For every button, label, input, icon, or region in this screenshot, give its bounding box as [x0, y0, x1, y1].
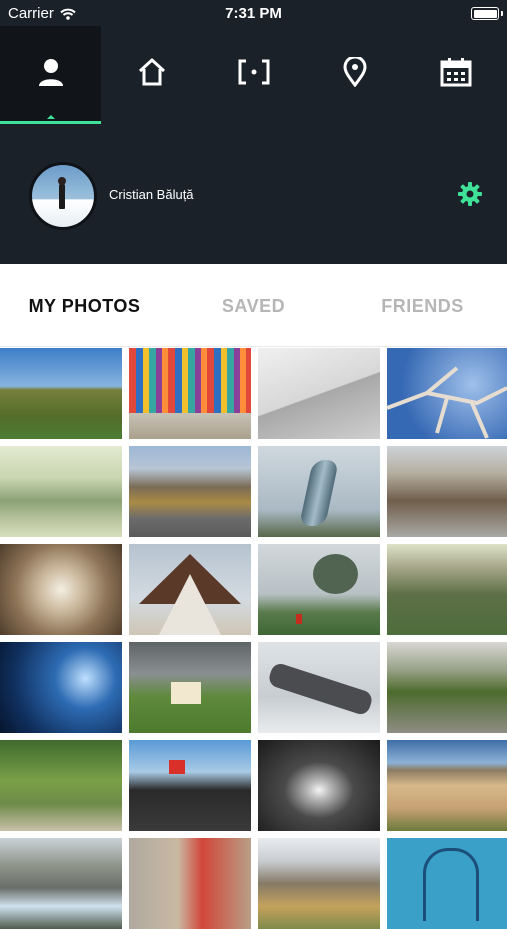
photo-tabs: MY PHOTOS SAVED FRIENDS — [0, 264, 507, 347]
nav-item-profile[interactable] — [0, 26, 102, 124]
home-icon — [139, 58, 166, 86]
tab-my-photos[interactable]: MY PHOTOS — [0, 264, 169, 346]
photo-brick-building[interactable] — [129, 838, 251, 929]
photo-colorful-mountains[interactable] — [258, 838, 380, 929]
photo-white-architecture[interactable] — [258, 348, 380, 439]
nav-item-location[interactable] — [304, 26, 405, 124]
status-bar: Carrier 7:31 PM — [0, 0, 507, 26]
nav-item-calendar[interactable] — [406, 26, 507, 124]
gear-icon — [458, 182, 482, 206]
photo-hills-landscape[interactable] — [0, 348, 122, 439]
profile-header: Cristian Băluță — [0, 124, 507, 264]
photo-twisted-sculpture[interactable] — [258, 446, 380, 537]
photo-street-houses[interactable] — [387, 446, 507, 537]
photo-misty-valley[interactable] — [0, 446, 122, 537]
user-icon — [38, 59, 63, 86]
tab-saved[interactable]: SAVED — [169, 264, 338, 346]
scan-icon — [238, 59, 270, 85]
photo-blue-gate[interactable] — [387, 838, 507, 929]
battery-icon — [471, 7, 503, 20]
profile-name: Cristian Băluță — [109, 187, 194, 202]
status-time: 7:31 PM — [225, 5, 282, 22]
tab-friends[interactable]: FRIENDS — [338, 264, 507, 346]
photo-grass-roof-house[interactable] — [129, 642, 251, 733]
photo-forest-rocks[interactable] — [387, 544, 507, 635]
photo-tree-branches[interactable] — [387, 348, 507, 439]
photo-foggy-tree[interactable] — [258, 544, 380, 635]
photo-tunnel-arch[interactable] — [258, 740, 380, 831]
photo-grid — [0, 348, 507, 929]
photo-wooden-frames[interactable] — [0, 544, 122, 635]
photo-colorful-building[interactable] — [129, 348, 251, 439]
nav-item-scan[interactable] — [203, 26, 304, 124]
photo-desert-road[interactable] — [387, 642, 507, 733]
avatar[interactable] — [29, 162, 97, 230]
active-indicator-caret — [46, 115, 55, 119]
photo-bridge-walkway[interactable] — [129, 740, 251, 831]
photo-plane-wreck[interactable] — [258, 642, 380, 733]
photo-mountain-town[interactable] — [129, 446, 251, 537]
photo-waterfall[interactable] — [0, 838, 122, 929]
map-pin-icon — [343, 57, 367, 87]
nav-item-home[interactable] — [101, 26, 202, 124]
top-nav — [0, 26, 507, 124]
photo-triangle-building[interactable] — [129, 544, 251, 635]
settings-button[interactable] — [457, 181, 483, 212]
calendar-icon — [440, 58, 472, 87]
photo-sand-dunes[interactable] — [387, 740, 507, 831]
photo-library-shelves[interactable] — [0, 642, 122, 733]
photo-garden-path[interactable] — [0, 740, 122, 831]
